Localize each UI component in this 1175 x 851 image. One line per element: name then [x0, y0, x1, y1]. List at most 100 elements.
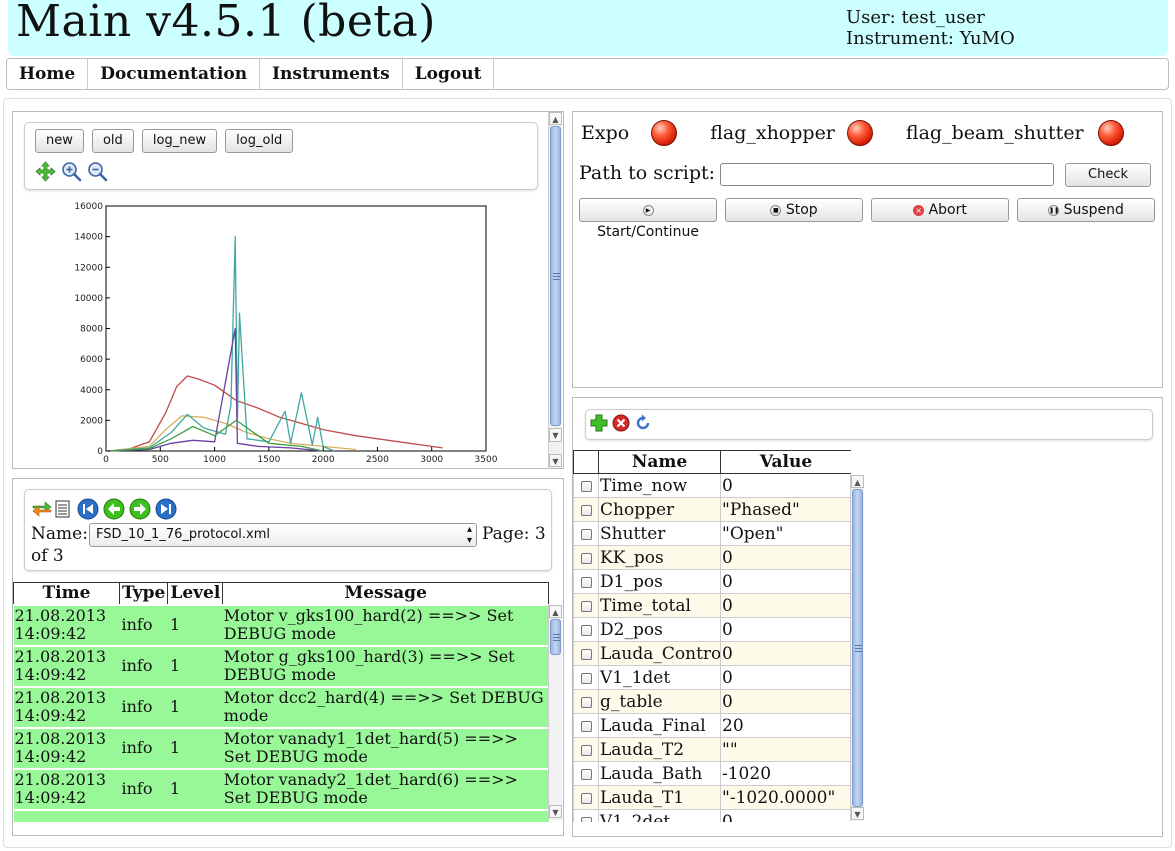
plot-old-button[interactable]: old — [91, 129, 134, 153]
var-checkbox[interactable] — [580, 744, 592, 756]
var-row[interactable]: V1_2det 0 — [573, 809, 851, 822]
col-name[interactable]: Name — [598, 450, 721, 474]
var-row[interactable]: Lauda_Final 20 — [573, 713, 851, 738]
log-row[interactable]: 21.08.2013 Motor rama_mask_hard(7) ==>> S… — [13, 808, 549, 822]
zoom-in-icon[interactable] — [61, 161, 82, 182]
log-row[interactable]: 21.08.2013 14:09:42 info 1 Motor vanady1_1d… — [13, 726, 549, 769]
list-icon[interactable] — [55, 500, 71, 518]
var-row[interactable]: D1_pos 0 — [573, 569, 851, 594]
var-select-cell — [573, 521, 599, 546]
y-tick-label: 2000 — [80, 416, 103, 426]
delete-icon[interactable] — [612, 414, 630, 432]
log-level: 1 — [167, 685, 223, 728]
log-table-wrap: Time Type Level Message 21.08.2013 14:09… — [13, 582, 549, 822]
var-checkbox[interactable] — [580, 480, 592, 492]
nav-documentation[interactable]: Documentation — [88, 59, 261, 89]
var-select-cell — [573, 809, 599, 822]
var-checkbox[interactable] — [580, 576, 592, 588]
var-row[interactable]: KK_pos 0 — [573, 545, 851, 570]
var-checkbox[interactable] — [580, 624, 592, 636]
scroll-up-icon[interactable]: ▲ — [851, 475, 864, 488]
var-checkbox[interactable] — [580, 720, 592, 732]
var-row[interactable]: Time_now 0 — [573, 473, 851, 498]
var-row[interactable]: D2_pos 0 — [573, 617, 851, 642]
log-row[interactable]: 21.08.2013 14:09:42 info 1 Motor g_gks100_h… — [13, 644, 549, 687]
prev-page-icon[interactable] — [103, 498, 125, 520]
log-row[interactable]: 21.08.2013 14:09:42 info 1 Motor dcc2_hard(… — [13, 685, 549, 728]
plot-log-old-button[interactable]: log_old — [225, 129, 294, 153]
col-type[interactable]: Type — [118, 582, 169, 605]
var-checkbox[interactable] — [580, 504, 592, 516]
var-row[interactable]: Lauda_Bath -1020 — [573, 761, 851, 786]
log-level: 1 — [167, 603, 223, 646]
var-row[interactable]: Time_total 0 — [573, 593, 851, 618]
nav-home[interactable]: Home — [7, 59, 89, 89]
log-row[interactable]: 21.08.2013 14:09:42 info 1 Motor vanady2_1d… — [13, 767, 549, 810]
var-row[interactable]: Chopper "Phased" — [573, 497, 851, 522]
var-row[interactable]: V1_1det 0 — [573, 665, 851, 690]
nav-logout[interactable]: Logout — [403, 59, 495, 89]
start-continue-button[interactable]: ▶ Start/Continue — [579, 198, 717, 240]
plot-new-button[interactable]: new — [35, 129, 84, 153]
plot-scrollbar[interactable]: ▲ ▼ ▼ — [548, 112, 562, 468]
var-checkbox[interactable] — [580, 816, 592, 822]
scroll-thumb[interactable] — [550, 126, 561, 426]
first-page-icon[interactable] — [77, 498, 99, 520]
plot-toolbar: new old log_new log_old — [24, 122, 538, 190]
zoom-out-icon[interactable] — [87, 161, 108, 182]
last-page-icon[interactable] — [155, 498, 177, 520]
scroll-thumb[interactable] — [852, 489, 863, 807]
header: Main v4.5.1 (beta) User: test_user Instr… — [8, 0, 1168, 56]
scroll-up-icon[interactable]: ▲ — [549, 112, 562, 125]
file-select[interactable]: FSD_10_1_76_protocol.xml ▴ ▾ — [89, 523, 477, 547]
var-row[interactable]: g_table 0 — [573, 689, 851, 714]
variables-scrollbar[interactable]: ▲ ▼ — [850, 475, 864, 821]
var-checkbox[interactable] — [580, 696, 592, 708]
var-value: 0 — [720, 473, 851, 498]
col-time[interactable]: Time — [13, 582, 120, 605]
var-checkbox[interactable] — [580, 648, 592, 660]
stop-button[interactable]: ■ Stop — [725, 198, 863, 222]
log-row[interactable]: 21.08.2013 14:09:42 info 1 Motor v_gks100_h… — [13, 603, 549, 646]
scroll-down-icon-2[interactable]: ▼ — [549, 454, 562, 467]
path-label: Path to script: — [579, 162, 716, 184]
abort-button[interactable]: × Abort — [871, 198, 1009, 222]
col-message[interactable]: Message — [222, 582, 549, 605]
log-message: Motor dcc2_hard(4) ==>> Set DEBUG mode — [222, 685, 549, 728]
script-path-input[interactable] — [720, 163, 1054, 186]
plot-log-new-button[interactable]: log_new — [141, 129, 218, 153]
col-value[interactable]: Value — [720, 450, 851, 474]
var-row[interactable]: Shutter "Open" — [573, 521, 851, 546]
var-row[interactable]: Lauda_T2 "" — [573, 737, 851, 762]
log-message: Motor rama_mask_hard(7) ==>> Set — [222, 808, 549, 822]
nav-instruments[interactable]: Instruments — [260, 59, 403, 89]
scroll-thumb[interactable] — [550, 619, 561, 655]
var-table-wrap: Name Value Time_now 0 Chopper "Phased" Shutt… — [573, 450, 851, 822]
var-checkbox[interactable] — [580, 768, 592, 780]
scroll-down-icon[interactable]: ▼ — [549, 428, 562, 442]
var-checkbox[interactable] — [580, 792, 592, 804]
check-button[interactable]: Check — [1065, 163, 1151, 187]
var-row[interactable]: Lauda_Control 0 — [573, 641, 851, 666]
log-panel: Name: FSD_10_1_76_protocol.xml ▴ ▾ Page: … — [12, 478, 564, 836]
var-checkbox[interactable] — [580, 528, 592, 540]
var-select-cell — [573, 689, 599, 714]
reload-icon[interactable] — [634, 414, 652, 432]
refresh-icon[interactable] — [31, 499, 53, 519]
log-scrollbar[interactable]: ▲ ▼ — [548, 605, 562, 820]
add-icon[interactable] — [590, 414, 608, 432]
var-checkbox[interactable] — [580, 600, 592, 612]
scroll-down-icon[interactable]: ▼ — [851, 807, 864, 820]
suspend-button[interactable]: ❚❚ Suspend — [1017, 198, 1155, 222]
var-checkbox[interactable] — [580, 672, 592, 684]
scroll-down-icon[interactable]: ▼ — [549, 805, 562, 818]
var-value: "Open" — [720, 521, 851, 546]
var-value: "Phased" — [720, 497, 851, 522]
log-time: 21.08.2013 14:09:42 — [13, 685, 120, 728]
scroll-up-icon[interactable]: ▲ — [549, 605, 562, 618]
var-checkbox[interactable] — [580, 552, 592, 564]
pan-icon[interactable] — [35, 161, 56, 182]
next-page-icon[interactable] — [129, 498, 151, 520]
col-level[interactable]: Level — [167, 582, 224, 605]
var-row[interactable]: Lauda_T1 "-1020.0000" — [573, 785, 851, 810]
